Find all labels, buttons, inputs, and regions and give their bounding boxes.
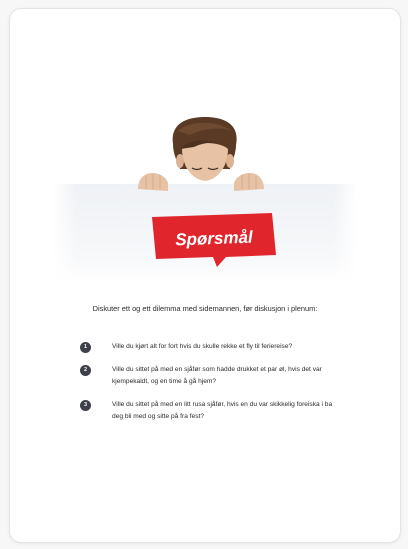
document-page: Spørsmål Diskuter ett og ett dilemma med… bbox=[9, 8, 401, 543]
question-text: Ville du sittet på med en sjåfør som had… bbox=[112, 365, 322, 386]
list-item: 2 Ville du sittet på med en sjåfør som h… bbox=[80, 364, 370, 389]
instruction-text: Diskuter ett og ett dilemma med sidemann… bbox=[92, 304, 318, 313]
hero-image: Spørsmål bbox=[10, 109, 400, 299]
number-badge: 2 bbox=[80, 364, 91, 376]
question-text: Ville du kjørt alt for fort hvis du skul… bbox=[112, 343, 293, 350]
question-text: Ville du sittet på med en litt rusa sjåf… bbox=[112, 400, 333, 421]
list-item: 3 Ville du sittet på med en litt rusa sj… bbox=[80, 399, 370, 424]
question-list: 1 Ville du kjørt alt for fort hvis du sk… bbox=[80, 341, 370, 434]
number-badge: 3 bbox=[80, 399, 91, 411]
person-holding-sign-illustration: Spørsmål bbox=[53, 117, 357, 282]
sign-label: Spørsmål bbox=[175, 228, 254, 250]
number-badge: 1 bbox=[80, 342, 91, 353]
list-item: 1 Ville du kjørt alt for fort hvis du sk… bbox=[80, 341, 370, 354]
